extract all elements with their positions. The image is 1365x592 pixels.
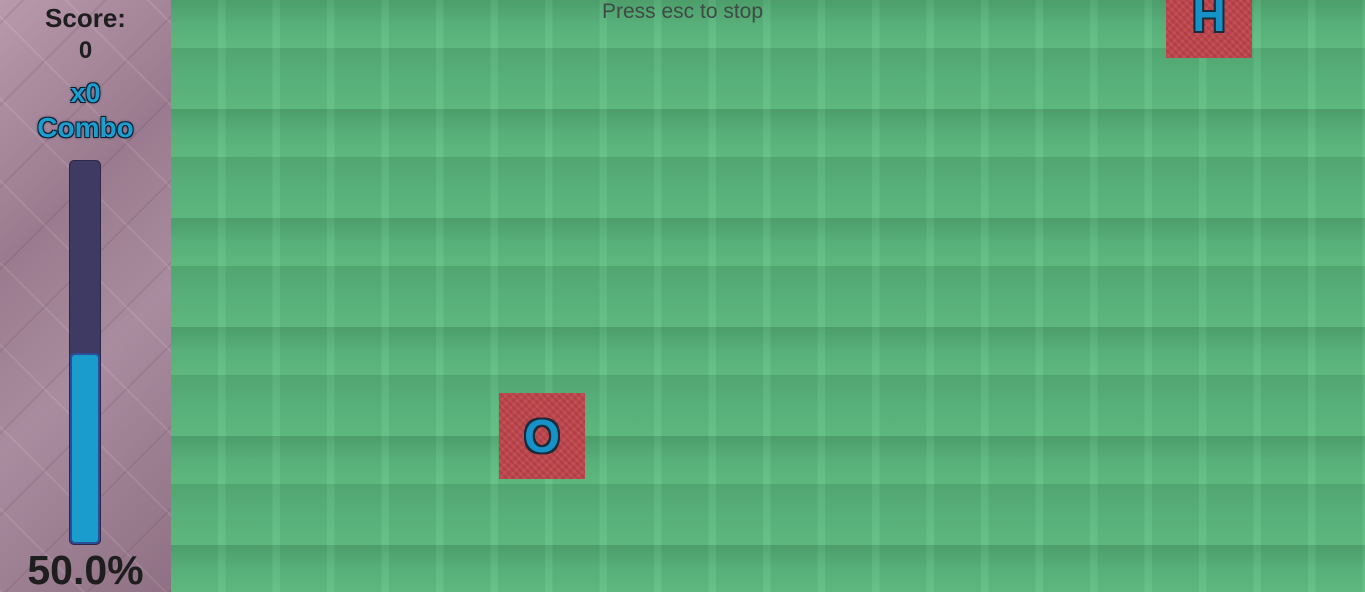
score-value: 0 [78,37,93,64]
stop-hint: Press esc to stop [601,0,764,23]
game-stage: Score: 0 x0 Combo 50.0% Press esc to sto… [0,0,1365,592]
play-field[interactable]: Press esc to stop O H [171,0,1365,592]
letter-tile-h: H [1166,0,1252,58]
sidebar-panel: Score: 0 x0 Combo 50.0% [0,0,171,592]
progress-percent: 50.0% [27,547,144,592]
score-label: Score: [45,3,126,33]
combo-multiplier: x0 [70,78,101,108]
progress-meter-track [69,160,101,545]
progress-meter-fill [70,352,100,544]
combo-label: Combo [37,112,134,143]
tile-letter: O [524,410,560,462]
tile-letter: H [1192,0,1226,41]
letter-tile-o: O [499,393,585,479]
